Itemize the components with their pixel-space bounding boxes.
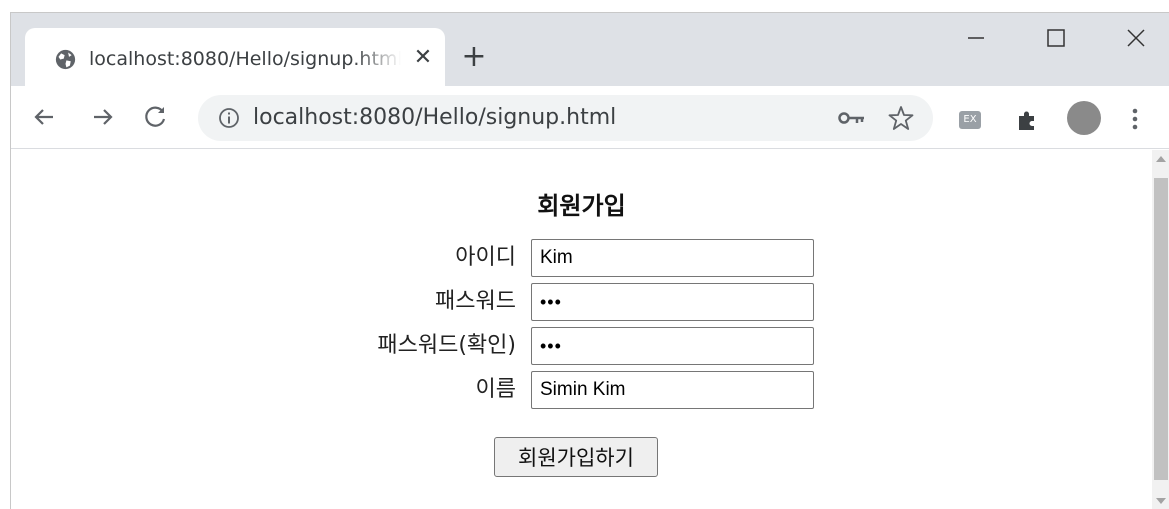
back-icon[interactable] — [29, 102, 59, 132]
maximize-icon[interactable] — [1036, 23, 1076, 53]
menu-icon[interactable] — [1125, 106, 1145, 132]
star-icon[interactable] — [888, 105, 914, 131]
scroll-up-icon[interactable] — [1156, 156, 1166, 162]
browser-window: localhost:8080/Hello/signup.html ✕ + loc… — [10, 12, 1169, 509]
scrollbar[interactable] — [1152, 150, 1169, 509]
extension-ex-icon[interactable]: EX — [959, 111, 981, 129]
password-input[interactable] — [531, 283, 814, 321]
page-content: 회원가입 아이디 패스워드 패스워드(확인) 이름 회원가입하기 — [11, 150, 1152, 509]
globe-icon — [55, 49, 76, 70]
tab-title: localhost:8080/Hello/signup.html — [89, 48, 401, 70]
close-window-icon[interactable] — [1116, 23, 1156, 53]
scroll-thumb[interactable] — [1154, 178, 1168, 480]
password-label: 패스워드 — [435, 289, 516, 314]
id-label: 아이디 — [455, 245, 516, 270]
reload-icon[interactable] — [141, 102, 171, 132]
forward-icon[interactable] — [88, 102, 118, 132]
signup-button[interactable]: 회원가입하기 — [494, 437, 658, 477]
name-label: 이름 — [475, 377, 516, 402]
avatar[interactable] — [1067, 101, 1101, 135]
puzzle-icon[interactable] — [1015, 108, 1039, 132]
toolbar: localhost:8080/Hello/signup.html EX — [11, 86, 1169, 149]
info-icon[interactable] — [218, 107, 240, 129]
browser-tab[interactable]: localhost:8080/Hello/signup.html ✕ — [25, 28, 445, 86]
scroll-down-icon[interactable] — [1156, 498, 1166, 504]
url-text: localhost:8080/Hello/signup.html — [253, 105, 617, 130]
key-icon[interactable] — [838, 110, 866, 126]
password-confirm-input[interactable] — [531, 327, 814, 365]
password-confirm-label: 패스워드(확인) — [377, 333, 516, 358]
new-tab-button[interactable]: + — [459, 42, 489, 73]
name-input[interactable] — [531, 371, 814, 409]
id-input[interactable] — [531, 239, 814, 277]
minimize-icon[interactable] — [956, 23, 996, 53]
title-bar: localhost:8080/Hello/signup.html ✕ + — [11, 13, 1169, 86]
tab-close-icon[interactable]: ✕ — [411, 46, 435, 70]
address-bar[interactable]: localhost:8080/Hello/signup.html — [198, 95, 933, 141]
page-title: 회원가입 — [537, 192, 626, 220]
